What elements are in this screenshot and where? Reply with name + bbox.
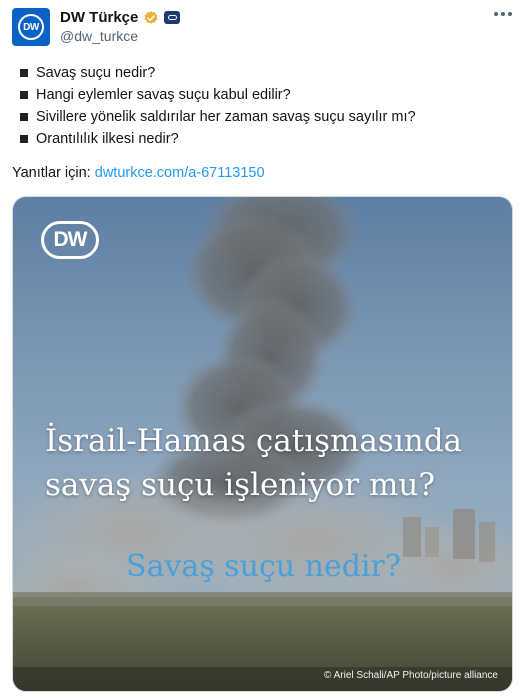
tweet-header: DW DW Türkçe @dw_turkce bbox=[12, 8, 512, 48]
display-name[interactable]: DW Türkçe bbox=[60, 9, 138, 26]
reply-prefix: Yanıtlar için: bbox=[12, 165, 91, 181]
square-bullet-icon bbox=[20, 91, 28, 99]
verified-badge-icon bbox=[144, 10, 158, 24]
square-bullet-icon bbox=[20, 69, 28, 77]
dw-logo: DW bbox=[41, 221, 99, 259]
headline-line-1: İsrail-Hamas çatışmasında bbox=[45, 423, 463, 459]
list-item: Orantılılık ilkesi nedir? bbox=[20, 128, 416, 150]
name-row: DW Türkçe bbox=[60, 9, 181, 26]
image-subline: Savaş suçu nedir? bbox=[126, 549, 401, 584]
list-item: Hangi eylemler savaş suçu kabul edilir? bbox=[20, 84, 416, 106]
list-item: Savaş suçu nedir? bbox=[20, 62, 416, 84]
photo-credit: © Ariel Schali/AP Photo/picture alliance bbox=[324, 670, 498, 681]
dw-avatar-logo: DW bbox=[18, 14, 44, 40]
square-bullet-icon bbox=[20, 135, 28, 143]
list-item: Sivillere yönelik saldırılar her zaman s… bbox=[20, 106, 416, 128]
image-headline: İsrail-Hamas çatışmasında savaş suçu işl… bbox=[45, 419, 505, 507]
avatar[interactable]: DW bbox=[12, 8, 50, 46]
headline-line-2: savaş suçu işleniyor mu? bbox=[45, 467, 435, 503]
article-link[interactable]: dwturkce.com/a-67113150 bbox=[95, 165, 265, 181]
tweet-image[interactable]: DW İsrail-Hamas çatışmasında savaş suçu … bbox=[12, 196, 513, 692]
reply-line: Yanıtlar için: dwturkce.com/a-67113150 bbox=[12, 165, 265, 181]
square-bullet-icon bbox=[20, 113, 28, 121]
affiliate-badge-icon bbox=[164, 11, 181, 24]
bullet-list: Savaş suçu nedir? Hangi eylemler savaş s… bbox=[20, 62, 416, 150]
more-options-icon[interactable] bbox=[494, 12, 512, 16]
handle[interactable]: @dw_turkce bbox=[60, 28, 138, 44]
